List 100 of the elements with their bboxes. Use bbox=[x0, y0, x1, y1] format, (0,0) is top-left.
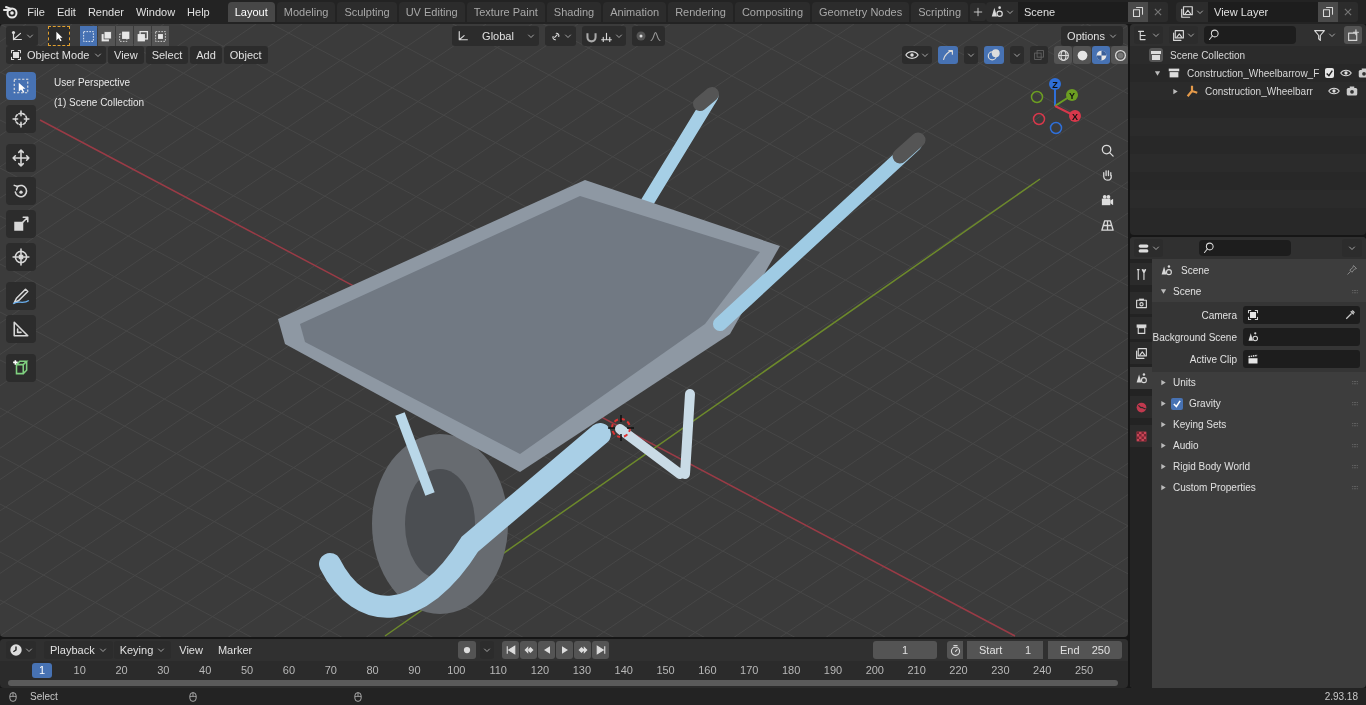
editor-type-button[interactable] bbox=[6, 641, 36, 659]
menu-item[interactable]: Render bbox=[81, 2, 130, 22]
orientation-dropdown[interactable]: Global bbox=[452, 26, 539, 46]
menu-item[interactable]: File bbox=[21, 2, 51, 22]
drag-handle-icon[interactable] bbox=[1350, 421, 1360, 428]
properties-tab[interactable] bbox=[1130, 342, 1152, 364]
tool-button[interactable] bbox=[6, 144, 36, 172]
camera-field[interactable] bbox=[1243, 306, 1360, 324]
properties-tab[interactable] bbox=[1130, 367, 1152, 389]
workspace-tab[interactable]: Texture Paint bbox=[466, 2, 545, 22]
tool-button[interactable] bbox=[6, 72, 36, 100]
search-field[interactable] bbox=[1199, 240, 1291, 256]
shading-button[interactable] bbox=[1054, 46, 1072, 64]
workspace-tab[interactable]: Geometry Nodes bbox=[812, 2, 910, 22]
selection-mode-button[interactable] bbox=[116, 26, 133, 46]
selection-mode-button[interactable] bbox=[152, 26, 169, 46]
pivot-button[interactable] bbox=[545, 26, 576, 46]
workspace-tab[interactable]: Sculpting bbox=[337, 2, 397, 22]
collapsed-arrow-icon[interactable] bbox=[1160, 400, 1167, 407]
workspace-tab[interactable]: UV Editing bbox=[398, 2, 465, 22]
properties-tab[interactable] bbox=[1130, 263, 1152, 285]
add-workspace-button[interactable] bbox=[970, 3, 986, 21]
workspace-tab[interactable]: Shading bbox=[546, 2, 602, 22]
end-frame-field[interactable]: End 250 bbox=[1048, 641, 1122, 659]
frame-number[interactable]: 40 bbox=[193, 663, 218, 678]
frame-number[interactable]: 90 bbox=[402, 663, 427, 678]
record-button[interactable] bbox=[458, 641, 476, 659]
logo-icon[interactable] bbox=[2, 4, 19, 20]
overlay-menu-button[interactable] bbox=[1010, 46, 1024, 64]
options-dropdown[interactable]: Options bbox=[1061, 26, 1123, 46]
search-field[interactable] bbox=[1204, 26, 1296, 44]
visibility-button[interactable] bbox=[902, 46, 932, 64]
options-button[interactable] bbox=[1342, 239, 1362, 257]
overlay-button[interactable] bbox=[984, 46, 1004, 64]
jump-start-button[interactable] bbox=[502, 641, 519, 659]
selection-mode-button[interactable] bbox=[134, 26, 151, 46]
play-reverse-button[interactable] bbox=[538, 641, 555, 659]
panel-checkbox[interactable] bbox=[1171, 397, 1183, 410]
mode-dropdown[interactable]: Object Mode bbox=[6, 46, 106, 64]
workspace-tab[interactable]: Rendering bbox=[668, 2, 733, 22]
frame-number[interactable]: 250 bbox=[1072, 663, 1097, 678]
viewport-menu[interactable]: Add bbox=[190, 46, 222, 64]
view-layer-type-button[interactable] bbox=[1176, 2, 1208, 22]
collapsed-arrow-icon[interactable] bbox=[1160, 463, 1167, 470]
collapsed-arrow-icon[interactable] bbox=[1160, 484, 1167, 491]
properties-tab[interactable] bbox=[1130, 317, 1152, 339]
timeline-dropdown[interactable]: Keying bbox=[113, 641, 172, 659]
frame-number[interactable]: 20 bbox=[109, 663, 134, 678]
drag-handle-icon[interactable] bbox=[1350, 463, 1360, 470]
remove-button[interactable] bbox=[1338, 2, 1358, 22]
gizmo-menu-button[interactable] bbox=[964, 46, 978, 64]
clip-field[interactable] bbox=[1243, 350, 1360, 368]
frame-number[interactable]: 150 bbox=[653, 663, 678, 678]
drag-handle-icon[interactable] bbox=[1350, 442, 1360, 449]
proportional-button[interactable] bbox=[632, 26, 665, 46]
outliner-item[interactable]: Construction_Wheelbarrow_F bbox=[1187, 65, 1320, 81]
frame-number[interactable]: 200 bbox=[862, 663, 887, 678]
menu-item[interactable]: Edit bbox=[50, 2, 82, 22]
frame-number[interactable]: 1 bbox=[32, 663, 52, 678]
timeline-menu[interactable]: View bbox=[172, 641, 210, 659]
tool-button[interactable] bbox=[6, 105, 36, 133]
tool-button[interactable] bbox=[6, 354, 36, 382]
frame-number[interactable]: 30 bbox=[151, 663, 176, 678]
frame-number[interactable]: 110 bbox=[486, 663, 511, 678]
frame-number[interactable]: 240 bbox=[1030, 663, 1055, 678]
workspace-tab[interactable]: Animation bbox=[603, 2, 667, 22]
collapsed-arrow-icon[interactable] bbox=[1160, 442, 1167, 449]
timeline-dropdown[interactable]: Playback bbox=[44, 641, 113, 659]
drag-handle-icon[interactable] bbox=[1350, 379, 1360, 386]
frame-number[interactable]: 50 bbox=[235, 663, 260, 678]
next-key-button[interactable] bbox=[574, 641, 591, 659]
expanded-arrow-icon[interactable] bbox=[1160, 288, 1167, 295]
frame-number[interactable]: 180 bbox=[779, 663, 804, 678]
current-frame-field[interactable]: 1 bbox=[873, 641, 937, 659]
frame-number[interactable]: 220 bbox=[946, 663, 971, 678]
editor-type-button[interactable] bbox=[1134, 239, 1163, 257]
collapsed-arrow-icon[interactable] bbox=[1160, 379, 1167, 386]
viewport-menu[interactable]: Select bbox=[145, 46, 189, 64]
display-mode-button[interactable] bbox=[1134, 26, 1163, 44]
drag-handle-icon[interactable] bbox=[1350, 288, 1360, 295]
frame-number[interactable]: 100 bbox=[444, 663, 469, 678]
frame-number[interactable]: 140 bbox=[611, 663, 636, 678]
properties-tab[interactable] bbox=[1130, 292, 1152, 314]
pin-icon[interactable] bbox=[1346, 264, 1358, 276]
viewport-menu[interactable]: View bbox=[108, 46, 144, 64]
frame-number[interactable]: 120 bbox=[528, 663, 552, 678]
exclude-checkbox[interactable] bbox=[1325, 68, 1335, 78]
negative-axis-circle[interactable] bbox=[1030, 90, 1044, 104]
drag-handle-icon[interactable] bbox=[1350, 484, 1360, 491]
editor-type-button[interactable] bbox=[6, 26, 38, 46]
frame-number[interactable]: 190 bbox=[820, 663, 845, 678]
3d-viewport[interactable]: Global Options Object Mode View Select Add Object User Perspective (1) Scene Collection Z Y X bbox=[0, 24, 1128, 637]
expanded-arrow-icon[interactable] bbox=[1154, 69, 1161, 77]
shading-button[interactable] bbox=[1092, 46, 1110, 64]
tool-button[interactable] bbox=[6, 315, 36, 343]
tool-button[interactable] bbox=[6, 282, 36, 310]
filter-type-button[interactable] bbox=[1169, 26, 1198, 44]
frame-number[interactable]: 130 bbox=[569, 663, 594, 678]
camera-icon[interactable] bbox=[1346, 85, 1358, 97]
preview-range-button[interactable] bbox=[947, 641, 963, 659]
